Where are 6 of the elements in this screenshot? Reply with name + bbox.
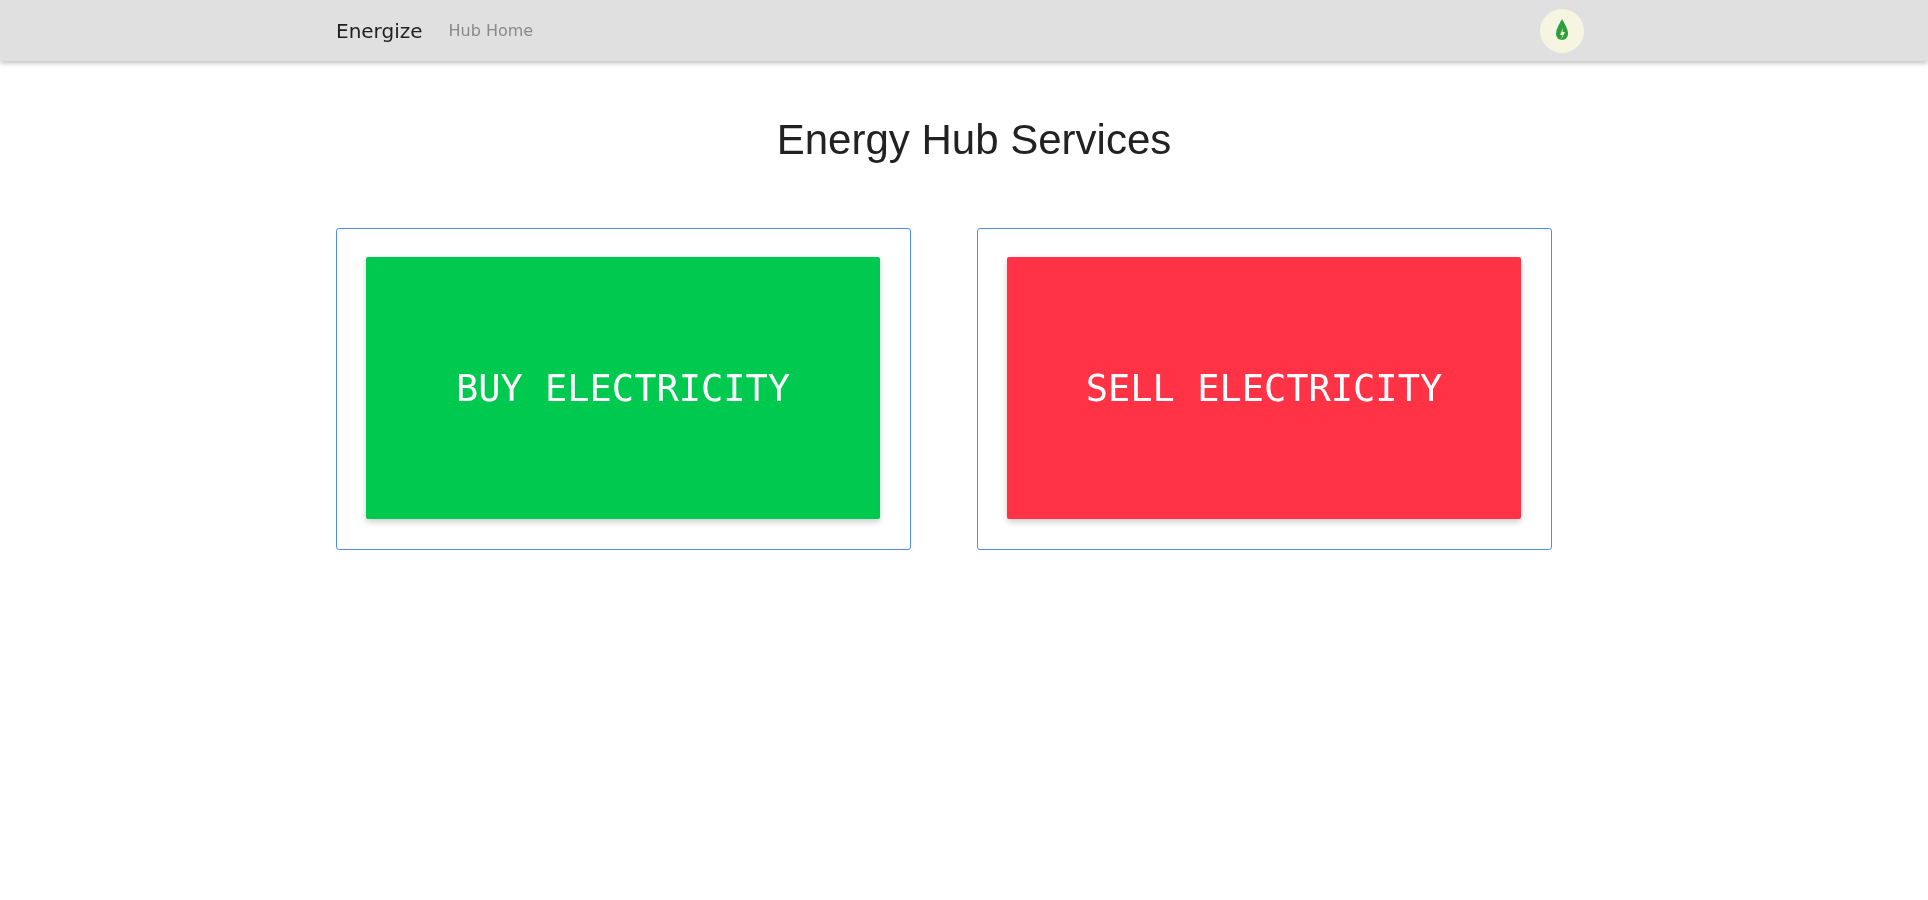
service-button[interactable]: BUY ELECTRICITY [366,257,880,519]
brand-link[interactable]: Energize [336,18,423,43]
page-title: Energy Hub Services [775,116,1173,164]
service-button[interactable]: SELL ELECTRICITY [1007,257,1521,519]
nav-link[interactable]: Hub Home [448,21,534,40]
leaf-bolt-icon[interactable] [1540,8,1584,53]
